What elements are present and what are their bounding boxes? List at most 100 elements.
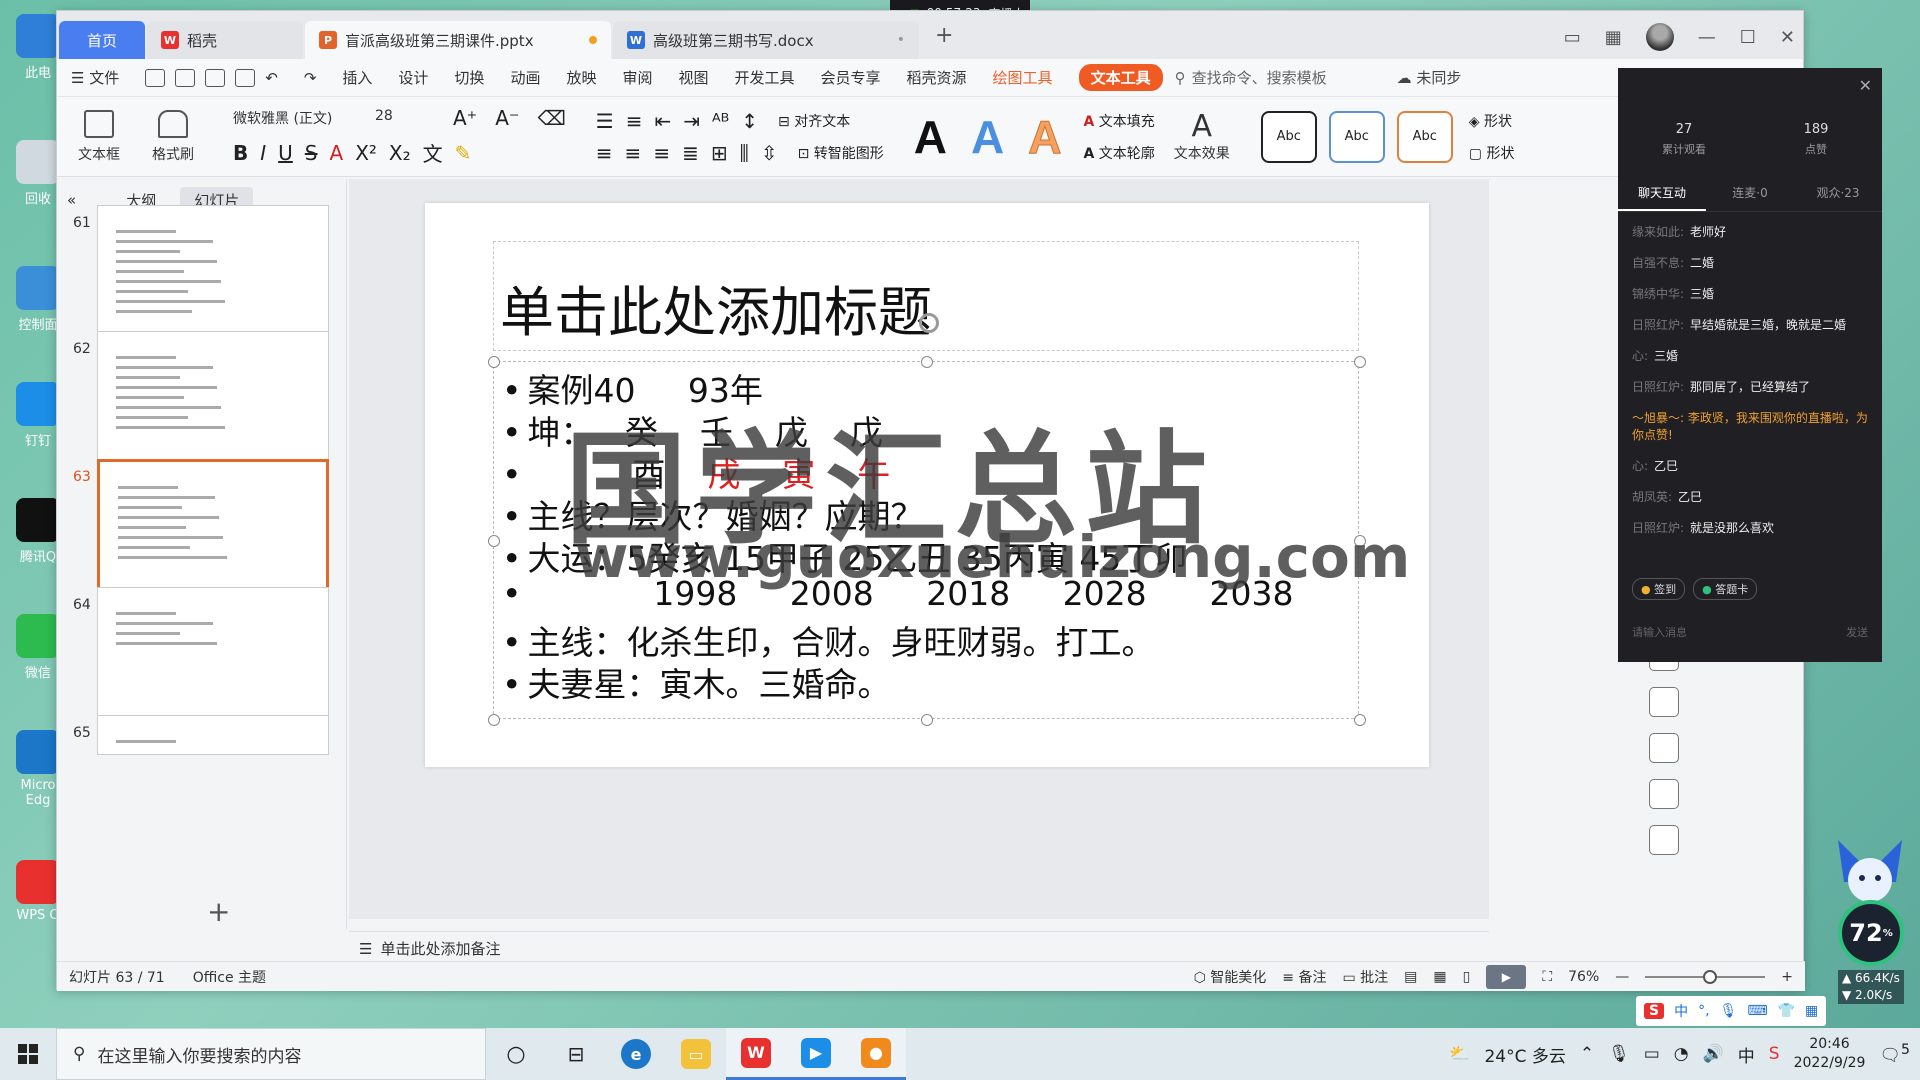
tab-docx[interactable]: W 高级班第三期书写.docx • [613, 21, 919, 59]
slide-thumbnail[interactable] [97, 459, 329, 593]
reading-view-icon[interactable]: ▯ [1463, 969, 1471, 985]
rotate-handle-icon[interactable] [919, 313, 939, 333]
chat-username[interactable]: 胡凤英: [1632, 490, 1672, 504]
more-icon[interactable] [1649, 825, 1679, 855]
slide-thumbnail[interactable] [97, 205, 329, 339]
text-direction-icon[interactable]: ᴬᴮ [712, 109, 729, 133]
menu-item[interactable]: 审阅 [622, 67, 652, 88]
clock[interactable]: 20:46 2022/9/29 [1794, 1035, 1866, 1073]
desktop-icon[interactable]: WPS O [14, 860, 62, 923]
justify-icon[interactable]: ≣ [682, 141, 699, 165]
text-outline-button[interactable]: A 文本轮廓 [1083, 143, 1154, 163]
zoom-in-button[interactable]: + [1781, 969, 1793, 985]
preview-icon[interactable] [235, 68, 256, 87]
mic-icon[interactable]: 🎙 [1720, 1003, 1738, 1019]
apps-grid-icon[interactable]: ▦ [1605, 27, 1622, 48]
bullet-line[interactable]: • 主线：化杀生印，合财。身旺财弱。打工。 [502, 616, 1154, 664]
resize-handle[interactable] [921, 356, 933, 368]
menu-item[interactable]: 视图 [678, 67, 708, 88]
text-fill-button[interactable]: A 文本填充 [1083, 111, 1154, 131]
idea-icon[interactable] [1649, 779, 1679, 809]
desktop-icon[interactable]: Micro Edg [14, 730, 62, 808]
layout-icon[interactable]: ▭ [1564, 27, 1581, 48]
network-icon[interactable]: ◔ [1674, 1044, 1689, 1064]
desktop-icon[interactable]: 腾讯Q [14, 498, 62, 565]
zoom-slider-thumb[interactable] [1703, 969, 1718, 984]
resize-handle[interactable] [921, 714, 933, 726]
desktop-icon[interactable]: 微信 [14, 614, 62, 681]
slide-title[interactable]: 单击此处添加标题 [500, 268, 932, 347]
chat-username[interactable]: 心: [1632, 459, 1648, 473]
tab-home[interactable]: 首页 [59, 21, 145, 59]
menu-item[interactable]: 会员专享 [821, 67, 881, 88]
chat-username[interactable]: 日照红炉: [1632, 380, 1684, 394]
speed-gauge[interactable]: 72% [1838, 900, 1904, 966]
wps-taskbar-icon[interactable]: W [726, 1028, 786, 1080]
italic-icon[interactable]: I [260, 141, 266, 165]
subscript-icon[interactable]: X₂ [389, 141, 411, 165]
slide[interactable]: 单击此处添加标题 • 案例40 93年 • 坤： 癸 壬 戊 戊 • 酉 戌 寅 午 • 主… [425, 203, 1429, 767]
menu-item[interactable]: 设计 [398, 67, 428, 88]
live-tab[interactable]: 连麦·0 [1706, 184, 1794, 211]
bullets-icon[interactable]: ☰ [596, 109, 614, 133]
zoom-level[interactable]: 76% [1568, 969, 1599, 985]
battery-icon[interactable]: ▭ [1644, 1044, 1660, 1064]
font-shrink-icon[interactable]: A⁻ [495, 106, 519, 130]
toolbox-icon[interactable]: ▦ [1805, 1003, 1818, 1019]
slide-thumbnail[interactable] [97, 331, 329, 465]
underline-icon[interactable]: U [278, 141, 293, 165]
input-lang-indicator[interactable]: 中 [1738, 1042, 1755, 1067]
desktop-icon[interactable]: 钉钉 [14, 382, 62, 449]
shape-fill-button[interactable]: ◈ 形状 [1469, 111, 1515, 131]
start-button[interactable] [0, 1044, 56, 1064]
tab-pptx[interactable]: P 盲派高级班第三期课件.pptx [305, 21, 611, 59]
send-button[interactable]: 发送 [1846, 624, 1868, 640]
menu-item[interactable]: 稻壳资源 [907, 67, 967, 88]
wordart-black[interactable]: A [914, 110, 947, 164]
font-grow-icon[interactable]: A⁺ [453, 106, 477, 130]
menu-file[interactable]: 文件 [89, 69, 119, 87]
add-slide-button[interactable]: + [207, 895, 230, 928]
font-size-select[interactable]: 28 [369, 106, 441, 130]
text-effect-button[interactable]: A 文本效果 [1163, 110, 1241, 163]
task-view-icon[interactable]: ⊟ [546, 1028, 606, 1080]
notification-icon[interactable]: 🗨5 [1879, 1042, 1910, 1066]
sogou-tray-icon[interactable]: S [1769, 1044, 1780, 1064]
sogou-icon[interactable]: S [1644, 1003, 1665, 1019]
cortana-icon[interactable]: ○ [486, 1028, 546, 1080]
minimize-icon[interactable]: — [1698, 27, 1716, 48]
eraser-icon[interactable]: ⌫ [538, 106, 566, 130]
sorter-view-icon[interactable]: ▦ [1433, 969, 1446, 985]
chat-username[interactable]: 心: [1632, 349, 1648, 363]
bullet-line[interactable]: • 夫妻星：寅木。三婚命。 [502, 658, 890, 706]
dingtalk-taskbar-icon[interactable]: ▶ [786, 1028, 846, 1080]
new-tab-button[interactable]: + [935, 23, 953, 48]
file-explorer-icon[interactable]: ▭ [666, 1028, 726, 1080]
weather-icon[interactable]: ⛅ [1449, 1044, 1470, 1064]
collapse-pane-icon[interactable]: « [67, 191, 76, 209]
align-right-icon[interactable]: ≡ [653, 141, 670, 165]
align-text-button[interactable]: ⊟ 对齐文本 [778, 111, 850, 131]
wordart-blue[interactable]: A [971, 110, 1004, 164]
live-tab[interactable]: 观众·23 [1794, 184, 1882, 211]
live-taskbar-icon[interactable]: ● [846, 1028, 906, 1080]
normal-view-icon[interactable]: ▤ [1404, 969, 1417, 985]
menu-text-tools[interactable]: 文本工具 [1078, 64, 1163, 91]
slide-thumbnail[interactable] [97, 587, 329, 721]
maximize-icon[interactable]: ☐ [1740, 27, 1756, 48]
chat-username[interactable]: 日照红炉: [1632, 318, 1684, 332]
desktop-icon[interactable]: 回收 [14, 140, 62, 207]
live-tab[interactable]: 聊天互动 [1618, 184, 1706, 211]
fit-window-icon[interactable]: ⛶ [1542, 969, 1552, 985]
menu-item[interactable]: 插入 [342, 67, 372, 88]
smart-beautify-button[interactable]: ⬡ 智能美化 [1194, 967, 1267, 987]
phonetic-icon[interactable]: 文 [423, 138, 443, 167]
close-icon[interactable]: ✕ [1859, 76, 1872, 95]
hamburger-icon[interactable]: ☰ 文件 [71, 67, 119, 88]
wordart-orange[interactable]: A [1028, 110, 1062, 164]
fill-icon[interactable] [1649, 687, 1679, 717]
export-icon[interactable] [175, 68, 196, 87]
superscript-icon[interactable]: X² [355, 141, 377, 165]
desktop-icon[interactable]: 此电 [14, 14, 62, 81]
tab-daoke[interactable]: W 稻壳 [147, 21, 303, 59]
